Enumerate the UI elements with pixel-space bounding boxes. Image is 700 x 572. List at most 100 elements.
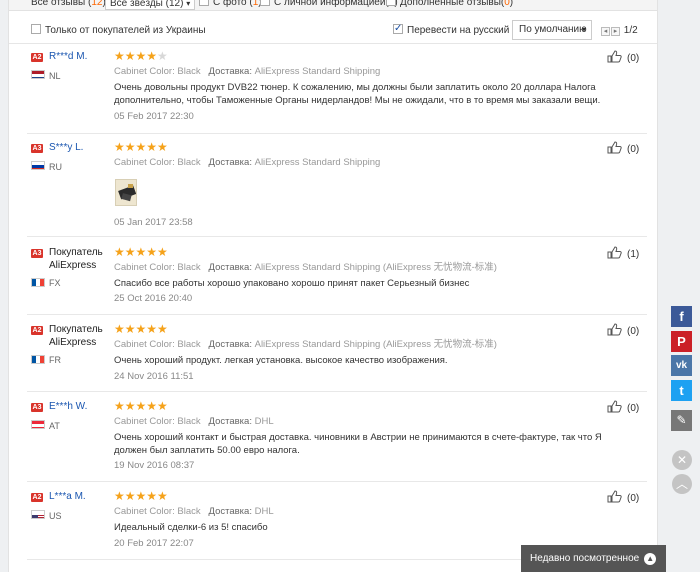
review-item: A3 Покупатель AliExpress FX ★★★★★ Cabine… xyxy=(27,246,647,315)
reviewer-name: Покупатель AliExpress xyxy=(49,247,103,271)
sort-value: По умолчанию xyxy=(519,24,587,35)
filter-all-reviews-label: Все отзывы ( xyxy=(31,0,92,8)
next-page-icon[interactable]: ▸ xyxy=(611,27,620,36)
sort-dropdown[interactable]: По умолчанию ▾ xyxy=(512,20,592,40)
review-date: 20 Feb 2017 22:07 xyxy=(114,538,194,549)
star-rating: ★★★★★ xyxy=(114,140,168,154)
filter-all-stars-label: Все звёзды (12) xyxy=(110,0,184,9)
scroll-top-icon[interactable]: ︿ xyxy=(672,474,692,494)
us-flag-shape xyxy=(32,515,44,518)
reviewer-name[interactable]: S***y L. xyxy=(49,141,119,154)
color-value: Black xyxy=(177,262,201,273)
recently-viewed-label: Недавно посмотренное xyxy=(530,553,640,564)
flag-at-icon xyxy=(31,420,45,429)
filter-bar: Все отзывы (12) Все звёзды (12) ▾ С фото… xyxy=(9,0,657,11)
review-meta: Cabinet Color: Black Доставка: DHL xyxy=(114,506,274,518)
shipping-key: Доставка: xyxy=(208,66,252,77)
ukraine-only-checkbox[interactable] xyxy=(31,24,41,34)
translate-checkbox[interactable] xyxy=(393,22,403,36)
recently-viewed-bar[interactable]: Недавно посмотренное ▲ xyxy=(521,545,666,572)
reviewer-country: US xyxy=(49,511,62,521)
shipping-key: Доставка: xyxy=(208,157,252,168)
prev-page-icon[interactable]: ◂ xyxy=(601,27,610,36)
helpful-button[interactable]: (0) xyxy=(607,400,647,416)
review-photo-thumbnail[interactable] xyxy=(115,179,137,206)
translate-label: Перевести на русский xyxy=(407,25,510,36)
ukraine-only-label: Только от покупателей из Украины xyxy=(45,25,206,36)
ukraine-only-option[interactable]: Только от покупателей из Украины xyxy=(31,24,206,38)
additional-checkbox[interactable] xyxy=(386,0,396,6)
helpful-count: (1) xyxy=(627,249,640,260)
shipping-value: AliExpress Standard Shipping xyxy=(254,66,381,77)
review-date: 25 Oct 2016 20:40 xyxy=(114,293,193,304)
flag-nl-icon xyxy=(31,70,45,79)
review-meta: Cabinet Color: Black Доставка: AliExpres… xyxy=(114,262,497,274)
color-value: Black xyxy=(177,339,201,350)
helpful-count: (0) xyxy=(627,403,640,414)
helpful-button[interactable]: (0) xyxy=(607,141,647,157)
reviewer-name[interactable]: E***h W. xyxy=(49,400,119,413)
chevron-down-icon: ▾ xyxy=(186,0,191,8)
color-value: Black xyxy=(177,66,201,77)
filter-all-reviews[interactable]: Все отзывы (12) xyxy=(31,0,106,10)
helpful-count: (0) xyxy=(627,144,640,155)
facebook-share-button[interactable]: f xyxy=(671,306,692,327)
filter-with-personal[interactable]: С личной информацией(0) xyxy=(260,0,398,10)
star-rating: ★★★★★ xyxy=(114,245,168,259)
color-value: Black xyxy=(177,416,201,427)
filter-additional[interactable]: Дополненные отзывы(0) xyxy=(386,0,513,10)
color-key: Cabinet Color: xyxy=(114,157,175,168)
thumbs-up-icon xyxy=(607,400,622,413)
helpful-button[interactable]: (0) xyxy=(607,490,647,506)
with-photo-checkbox[interactable] xyxy=(199,0,209,6)
helpful-button[interactable]: (1) xyxy=(607,246,647,262)
color-value: Black xyxy=(177,506,201,517)
with-personal-checkbox[interactable] xyxy=(260,0,270,6)
flag-us-icon xyxy=(31,510,45,519)
review-meta: Cabinet Color: Black Доставка: AliExpres… xyxy=(114,157,380,169)
filter-additional-close: ) xyxy=(509,0,514,8)
vk-share-button[interactable]: vk xyxy=(671,355,692,376)
review-item: A2 Покупатель AliExpress FR ★★★★★ Cabine… xyxy=(27,323,647,392)
thumbs-up-icon xyxy=(607,323,622,336)
review-meta: Cabinet Color: Black Доставка: DHL xyxy=(114,416,274,428)
close-icon[interactable]: ✕ xyxy=(672,450,692,470)
page-indicator: 1/2 xyxy=(623,25,638,36)
shipping-key: Доставка: xyxy=(208,262,252,273)
buyer-level-badge: A2 xyxy=(31,53,43,62)
color-key: Cabinet Color: xyxy=(114,339,175,350)
buyer-level-badge: A2 xyxy=(31,326,43,335)
review-meta: Cabinet Color: Black Доставка: AliExpres… xyxy=(114,66,380,78)
reviewer-name: Покупатель AliExpress xyxy=(49,324,103,348)
reviewer-country: RU xyxy=(49,162,62,172)
filter-all-stars-dropdown[interactable]: Все звёзды (12) ▾ xyxy=(105,0,196,10)
review-text: Идеальный сделки-6 из 5! спасибо xyxy=(114,522,268,533)
color-key: Cabinet Color: xyxy=(114,262,175,273)
chevron-up-icon: ▲ xyxy=(644,553,657,565)
helpful-count: (0) xyxy=(627,493,640,504)
edit-feedback-button[interactable]: ✎ xyxy=(671,410,692,431)
review-item: A3 E***h W. AT ★★★★★ Cabinet Color: Blac… xyxy=(27,400,647,482)
flag-fx-icon xyxy=(31,278,45,287)
pinterest-share-button[interactable]: P xyxy=(671,331,692,352)
shipping-key: Доставка: xyxy=(208,339,252,350)
flag-ru-icon xyxy=(31,161,45,170)
color-key: Cabinet Color: xyxy=(114,66,175,77)
translate-option[interactable]: Перевести на русский xyxy=(393,22,510,38)
thumbs-up-icon xyxy=(607,141,622,154)
review-text: Спасибо все работы хорошо упаковано хоро… xyxy=(114,278,470,289)
reviews-panel: Все отзывы (12) Все звёзды (12) ▾ С фото… xyxy=(8,0,658,572)
twitter-share-button[interactable]: t xyxy=(671,380,692,401)
filter-with-photo[interactable]: С фото (1) xyxy=(199,0,262,10)
shipping-value: AliExpress Standard Shipping (AliExpress… xyxy=(254,339,497,350)
helpful-button[interactable]: (0) xyxy=(607,50,647,66)
filter-with-photo-label: С фото ( xyxy=(213,0,253,8)
helpful-button[interactable]: (0) xyxy=(607,323,647,339)
review-date: 24 Nov 2016 11:51 xyxy=(114,371,194,382)
review-item: A2 R***d M. NL ★★★★★ Cabinet Color: Blac… xyxy=(27,50,647,134)
filter-additional-label: Дополненные отзывы( xyxy=(400,0,505,8)
color-key: Cabinet Color: xyxy=(114,416,175,427)
reviewer-name[interactable]: R***d M. xyxy=(49,50,119,63)
reviewer-name[interactable]: L***a M. xyxy=(49,490,119,503)
helpful-count: (0) xyxy=(627,326,640,337)
